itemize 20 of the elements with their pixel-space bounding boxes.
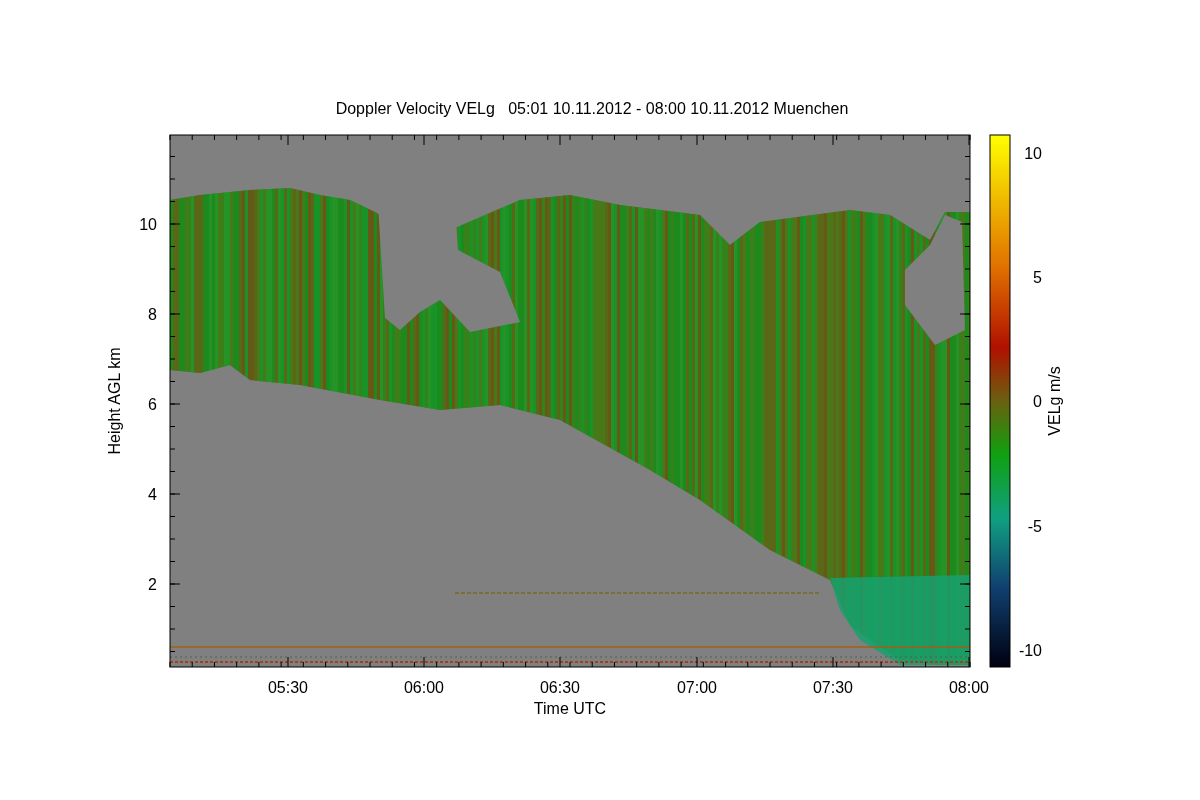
x-tick-label: 08:00 [949,679,989,696]
x-tick-label: 06:00 [404,679,444,696]
y-axis-title: Height AGL km [106,347,123,455]
colorbar-title: VELg m/s [1046,366,1063,436]
colorbar-tick-label: -10 [1018,642,1042,659]
colorbar-tick-label: 0 [1033,393,1042,410]
x-tick-label: 05:30 [268,679,308,696]
colorbar-tick-label: -5 [1027,518,1042,535]
colorbar-tick-label: 10 [1024,145,1042,162]
chart-title: Doppler Velocity VELg 05:01 10.11.2012 - 08:00 10.11.2012 Muenchen [335,100,849,117]
y-tick-label: 4 [148,486,157,503]
x-tick-label: 07:30 [813,679,853,696]
x-axis-title: Time UTC [533,700,607,717]
y-tick-label: 2 [148,576,157,593]
y-tick-label: 8 [148,306,157,323]
x-tick-label: 06:30 [540,679,580,696]
x-tick-label: 07:00 [677,679,717,696]
y-tick-label: 6 [148,396,157,413]
colorbar-tick-label: 5 [1033,269,1042,286]
y-tick-label: 10 [139,216,157,233]
